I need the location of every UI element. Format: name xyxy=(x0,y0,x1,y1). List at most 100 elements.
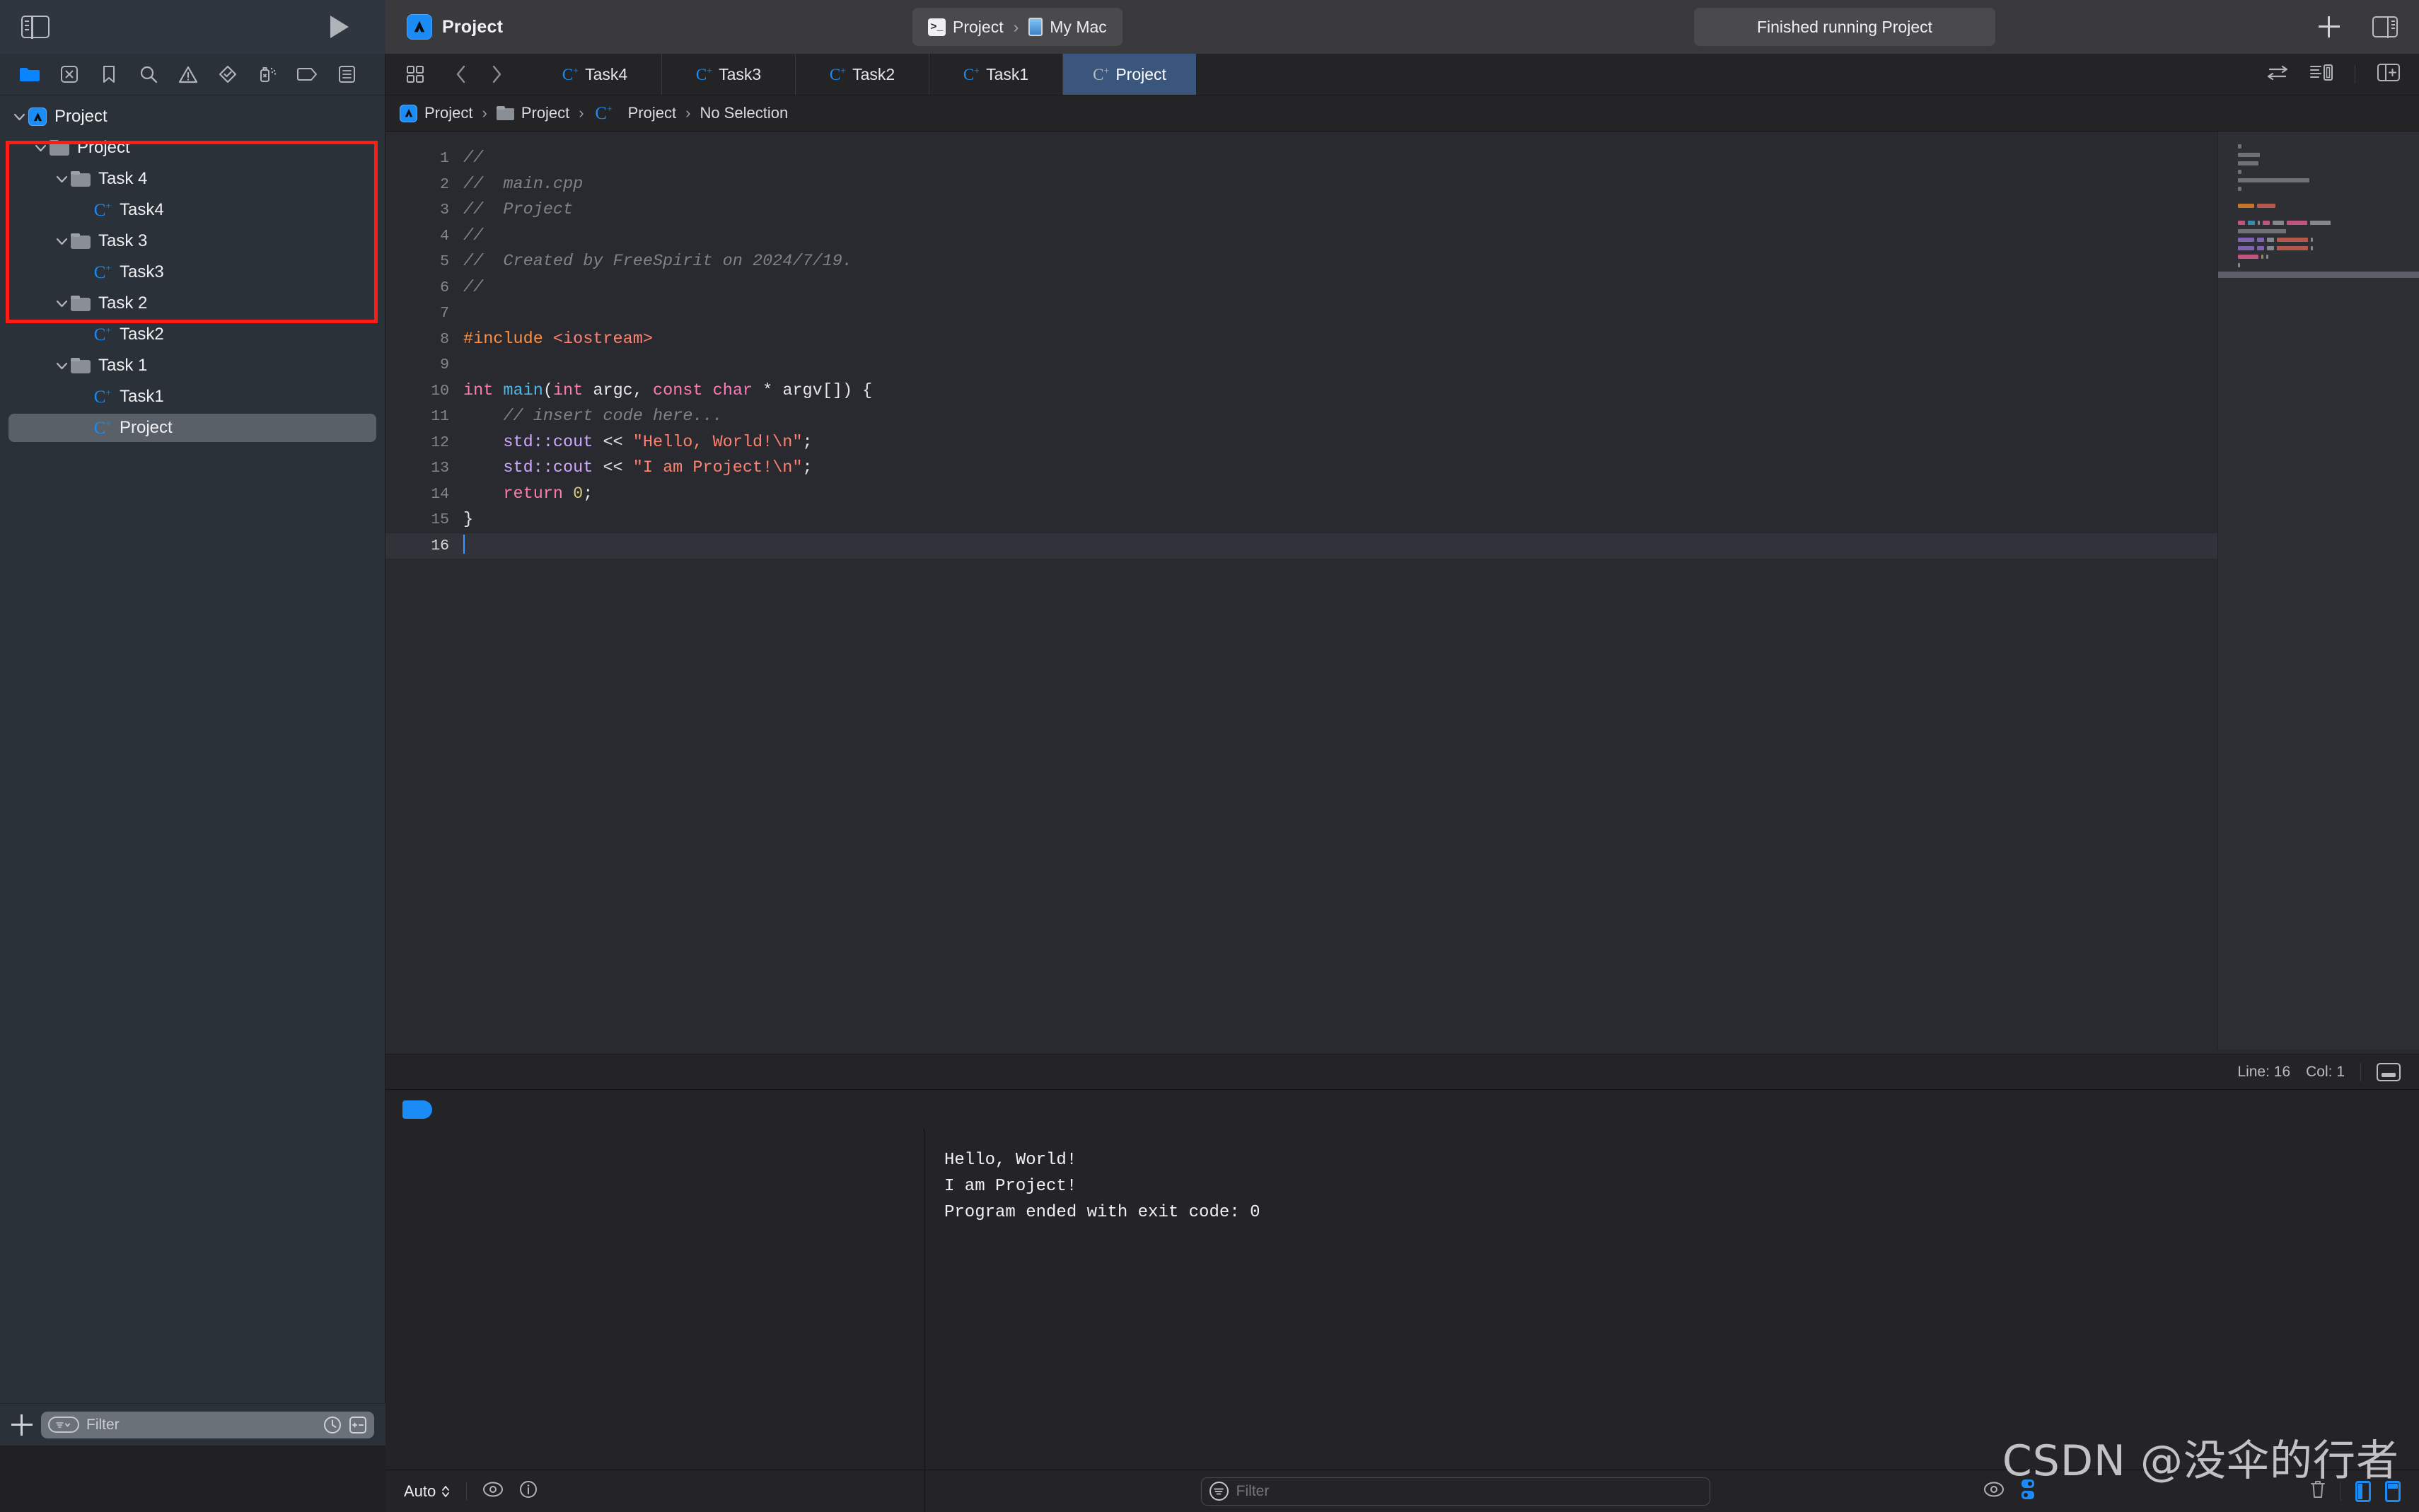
tab-task4[interactable]: C+ Task4 xyxy=(528,54,662,95)
chevron-down-icon[interactable] xyxy=(10,113,28,121)
breakpoint-activate-icon[interactable] xyxy=(402,1100,432,1119)
editor-status-bar: Line: 16 Col: 1 xyxy=(385,1054,2419,1089)
variables-pane[interactable] xyxy=(385,1129,924,1470)
minimap-current-line xyxy=(2218,272,2419,278)
report-navigator-icon[interactable] xyxy=(327,60,366,88)
code-line: 2 // main.cpp xyxy=(385,172,2419,198)
tree-item-task4[interactable]: C+ Task4 xyxy=(0,194,385,226)
chevron-down-icon[interactable] xyxy=(52,175,71,183)
tree-item-task-4[interactable]: Task 4 xyxy=(0,163,385,194)
console-show-icon[interactable] xyxy=(1983,1481,2005,1501)
show-variables-icon[interactable] xyxy=(482,1481,504,1501)
tree-item-task-2[interactable]: Task 2 xyxy=(0,288,385,319)
cpp-file-icon: C+ xyxy=(562,65,579,83)
info-icon[interactable] xyxy=(519,1480,538,1502)
chevron-down-icon[interactable] xyxy=(52,238,71,245)
add-icon[interactable] xyxy=(2319,16,2340,37)
source-control-navigator-icon[interactable] xyxy=(50,60,89,88)
plus-minus-icon[interactable] xyxy=(349,1416,367,1434)
split-console-icon[interactable] xyxy=(2020,1479,2036,1504)
line-number: 4 xyxy=(440,227,449,245)
tree-item-project[interactable]: Project xyxy=(0,101,385,132)
tab-task2[interactable]: C+ Task2 xyxy=(796,54,929,95)
filter-options-icon[interactable] xyxy=(1209,1482,1229,1501)
code-token: // Created by FreeSpirit on 2024/7/19. xyxy=(463,252,852,271)
line-number: 6 xyxy=(440,279,449,296)
folder-icon xyxy=(71,296,91,311)
minimap-line xyxy=(2238,238,2419,242)
tab-overview-icon[interactable] xyxy=(398,54,432,95)
navigate-forward-icon[interactable] xyxy=(480,54,514,95)
navigator-filter-field[interactable]: Filter xyxy=(41,1411,374,1438)
breadcrumb-item-2[interactable]: Project xyxy=(628,104,676,122)
add-file-button[interactable] xyxy=(11,1414,33,1436)
test-navigator-icon[interactable] xyxy=(208,60,248,88)
run-button[interactable] xyxy=(330,16,349,38)
editor-minimap[interactable] xyxy=(2217,132,2419,1049)
code-line: 9 xyxy=(385,352,2419,378)
line-number: 3 xyxy=(440,202,449,219)
code-token: 0 xyxy=(573,484,584,504)
minimap-line xyxy=(2238,221,2419,225)
code-token: << xyxy=(593,432,633,452)
breadcrumb-item-3[interactable]: No Selection xyxy=(700,104,788,122)
line-number: 8 xyxy=(440,330,449,348)
code-token: ( xyxy=(543,380,553,400)
debug-navigator-icon[interactable] xyxy=(248,60,287,88)
code-token: return xyxy=(463,484,574,504)
breadcrumb-separator: › xyxy=(685,104,691,122)
toggle-variables-panel-icon[interactable] xyxy=(2355,1480,2371,1502)
tab-project[interactable]: C+ Project xyxy=(1063,54,1196,95)
clock-icon[interactable] xyxy=(323,1416,342,1434)
code-editor[interactable]: 1 // 2 // main.cpp 3 // Project 4 // 5 // Created… xyxy=(385,132,2419,1049)
text-caret xyxy=(463,534,465,554)
scheme-selector[interactable]: >_ Project › My Mac xyxy=(912,8,1123,46)
tab-task1[interactable]: C+ Task1 xyxy=(929,54,1063,95)
code-token: ; xyxy=(802,432,813,452)
breakpoint-navigator-icon[interactable] xyxy=(287,60,327,88)
adjust-editor-options-icon[interactable] xyxy=(2267,64,2288,86)
breadcrumb-item-0[interactable]: Project xyxy=(424,104,472,122)
tab-task3[interactable]: C+ Task3 xyxy=(662,54,796,95)
tree-item-project[interactable]: C+ Project xyxy=(0,412,385,443)
code-review-icon[interactable] xyxy=(2309,64,2333,86)
breadcrumb-item-1[interactable]: Project xyxy=(521,104,569,122)
inspector-toggle-icon[interactable] xyxy=(2372,16,2398,38)
chevron-down-icon[interactable] xyxy=(52,300,71,308)
sidebar-toggle-icon[interactable] xyxy=(21,15,50,39)
project-navigator-icon[interactable] xyxy=(10,60,50,88)
auto-label: Auto xyxy=(404,1482,436,1500)
find-navigator-icon[interactable] xyxy=(129,60,168,88)
tree-item-task-3[interactable]: Task 3 xyxy=(0,226,385,257)
code-token: ; xyxy=(802,458,813,477)
chevron-down-icon[interactable] xyxy=(52,362,71,370)
navigate-back-icon[interactable] xyxy=(444,54,478,95)
tree-item-project[interactable]: Project xyxy=(0,132,385,163)
tab-label: Task4 xyxy=(585,64,628,83)
scheme-destination: My Mac xyxy=(1050,17,1107,36)
line-number: 10 xyxy=(431,382,449,400)
chevron-down-icon[interactable] xyxy=(31,144,50,152)
console-filter-field[interactable]: Filter xyxy=(1200,1477,1710,1506)
add-editor-icon[interactable] xyxy=(2377,63,2401,86)
clear-console-icon[interactable] xyxy=(2309,1479,2326,1503)
tree-item-task-1[interactable]: Task 1 xyxy=(0,350,385,381)
cpp-file-icon: C+ xyxy=(829,65,847,83)
breadcrumb-separator: › xyxy=(482,104,487,122)
filter-options-icon[interactable] xyxy=(48,1417,79,1433)
cpp-file-icon: C+ xyxy=(93,325,112,344)
code-line: 4 // xyxy=(385,223,2419,250)
console-pane[interactable]: Hello, World! I am Project! Program ended … xyxy=(924,1129,2419,1470)
issue-navigator-icon[interactable] xyxy=(168,60,208,88)
title-bar: Project >_ Project › My Mac Finished run… xyxy=(0,0,2419,54)
tree-item-task3[interactable]: C+ Task3 xyxy=(0,257,385,288)
tree-item-task2[interactable]: C+ Task2 xyxy=(0,319,385,350)
variable-scope-selector[interactable]: Auto xyxy=(404,1482,451,1501)
status-badge: Finished running Project xyxy=(1694,8,1995,46)
xcode-app-icon xyxy=(407,14,432,40)
minimap-toggle-icon[interactable] xyxy=(2377,1062,2401,1081)
code-token: // insert code here... xyxy=(463,407,723,426)
toggle-console-panel-icon[interactable] xyxy=(2384,1480,2401,1502)
tree-item-task1[interactable]: C+ Task1 xyxy=(0,381,385,412)
bookmark-navigator-icon[interactable] xyxy=(89,60,129,88)
